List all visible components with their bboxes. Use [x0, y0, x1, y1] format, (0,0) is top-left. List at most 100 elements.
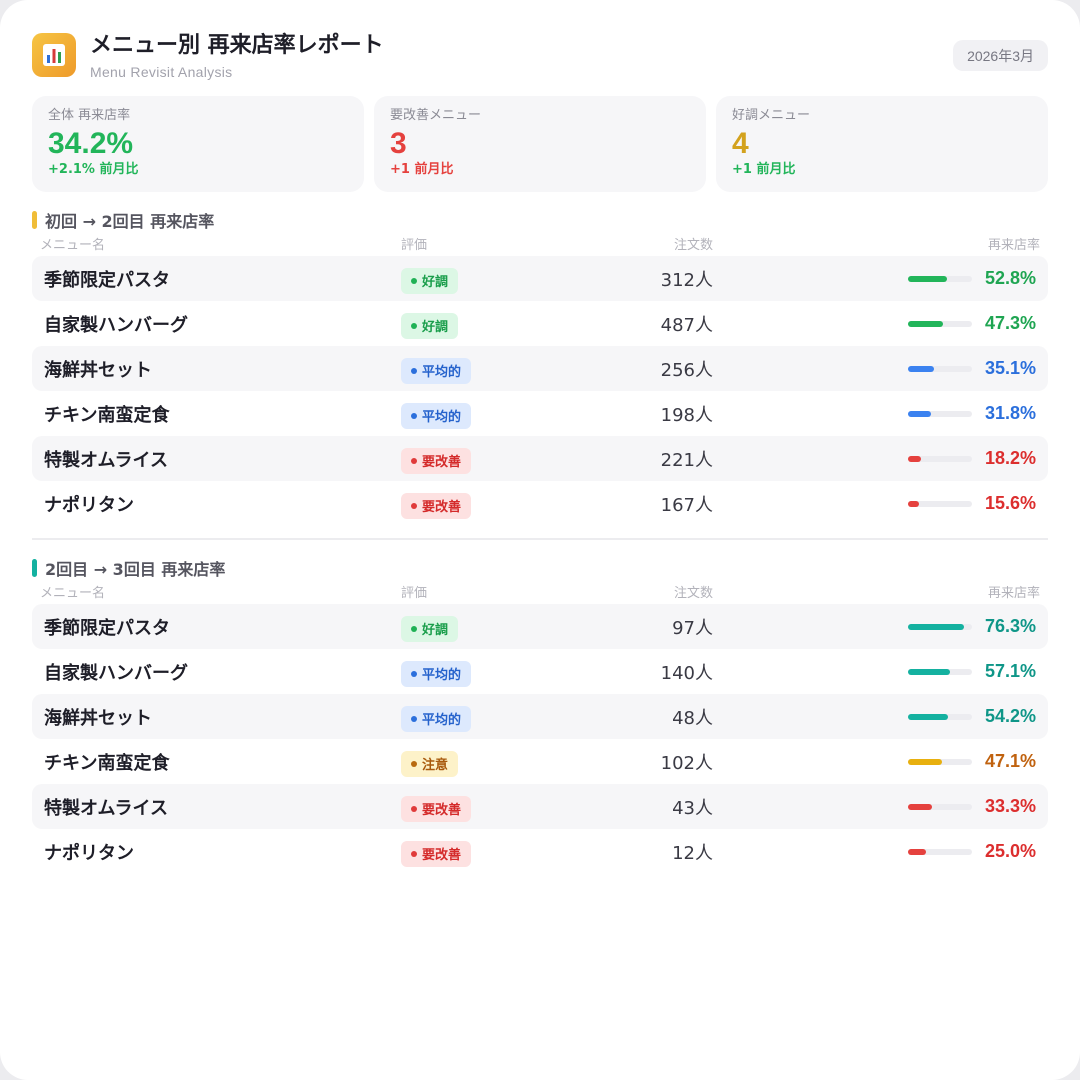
column-header-eval[interactable]: 評価	[401, 234, 561, 253]
status-dot-icon	[411, 502, 417, 509]
kpi-card-good-menus: 好調メニュー 4 +1 前月比	[716, 96, 1048, 192]
table-row[interactable]: 自家製ハンバーグ 好調 487人 47.3%	[32, 301, 1048, 346]
revisit-rate: 31.8%	[984, 403, 1036, 423]
menu-name: 自家製ハンバーグ	[44, 314, 188, 336]
kpi-card-needs-improvement: 要改善メニュー 3 +1 前月比	[374, 96, 706, 192]
period-selector[interactable]: 2026年3月	[953, 40, 1048, 71]
revisit-rate: 52.8%	[984, 268, 1036, 288]
table-row[interactable]: 特製オムライス 要改善 221人 18.2%	[32, 436, 1048, 481]
table-row[interactable]: 海鮮丼セット 平均的 48人 54.2%	[32, 694, 1048, 739]
table-row[interactable]: 自家製ハンバーグ 平均的 140人 57.1%	[32, 649, 1048, 694]
rate-bar-track	[908, 803, 972, 810]
kpi-change: +1 前月比	[732, 162, 796, 177]
menu-name: 自家製ハンバーグ	[44, 662, 188, 684]
status-label: 好調	[422, 320, 449, 335]
order-count: 487人	[660, 314, 713, 336]
column-header-count[interactable]: 注文数	[561, 234, 713, 253]
status-label: 平均的	[422, 365, 462, 380]
menu-name: ナポリタン	[44, 494, 134, 516]
menu-name: 特製オムライス	[44, 797, 169, 819]
status-label: 平均的	[422, 713, 462, 728]
order-count: 140人	[660, 662, 713, 684]
page-title: メニュー別 再来店率レポート	[90, 33, 384, 58]
status-label: 要改善	[422, 455, 462, 470]
revisit-rate: 35.1%	[984, 358, 1036, 378]
rate-bar-fill	[908, 500, 920, 507]
kpi-label: 好調メニュー	[732, 108, 811, 123]
section-accent-bar	[32, 559, 37, 577]
rate-bar-track	[908, 668, 972, 675]
revisit-rate: 47.3%	[984, 313, 1036, 333]
status-label: 平均的	[422, 668, 462, 683]
kpi-label: 要改善メニュー	[390, 108, 482, 123]
table-row[interactable]: チキン南蛮定食 注意 102人 47.1%	[32, 739, 1048, 784]
menu-name: チキン南蛮定食	[44, 752, 170, 774]
kpi-value: 3	[390, 127, 407, 160]
kpi-row: 全体 再来店率 34.2% +2.1% 前月比 要改善メニュー 3 +1 前月比…	[32, 96, 1048, 192]
status-badge: 好調	[401, 312, 459, 339]
kpi-change: +2.1% 前月比	[48, 162, 139, 177]
revisit-rate: 57.1%	[984, 661, 1036, 681]
page-subtitle: Menu Revisit Analysis	[90, 64, 233, 80]
status-label: 好調	[422, 275, 449, 290]
rate-bar-fill	[908, 365, 934, 372]
kpi-card-overall-rate: 全体 再来店率 34.2% +2.1% 前月比	[32, 96, 364, 192]
column-header-name[interactable]: メニュー名	[40, 582, 401, 601]
column-header-rate[interactable]: 再来店率	[713, 234, 1040, 253]
table-row[interactable]: チキン南蛮定食 平均的 198人 31.8%	[32, 391, 1048, 436]
status-dot-icon	[411, 457, 417, 464]
table-row[interactable]: ナポリタン 要改善 167人 15.6%	[32, 481, 1048, 526]
table-row[interactable]: ナポリタン 要改善 12人 25.0%	[32, 829, 1048, 874]
column-header-name[interactable]: メニュー名	[40, 234, 401, 253]
order-count: 12人	[672, 842, 713, 864]
status-label: 要改善	[422, 500, 462, 515]
status-badge: 平均的	[401, 402, 472, 429]
column-header-count[interactable]: 注文数	[561, 582, 713, 601]
rate-bar-track	[908, 365, 972, 372]
order-count: 198人	[660, 404, 713, 426]
rate-bar-track	[908, 623, 972, 630]
rate-bar-fill	[908, 455, 922, 462]
status-badge: 好調	[401, 615, 459, 642]
rate-bar-fill	[908, 668, 950, 675]
revisit-rate: 18.2%	[984, 448, 1036, 468]
report-header: メニュー別 再来店率レポート Menu Revisit Analysis 202…	[32, 32, 1048, 88]
status-badge: 要改善	[401, 795, 472, 822]
status-badge: 要改善	[401, 840, 472, 867]
table-row[interactable]: 特製オムライス 要改善 43人 33.3%	[32, 784, 1048, 829]
status-badge: 平均的	[401, 357, 472, 384]
order-count: 221人	[660, 449, 713, 471]
table-row[interactable]: 季節限定パスタ 好調 97人 76.3%	[32, 604, 1048, 649]
section-divider	[32, 538, 1048, 540]
rate-bar-fill	[908, 320, 943, 327]
column-header-rate[interactable]: 再来店率	[713, 582, 1040, 601]
rate-bar-track	[908, 500, 972, 507]
order-count: 48人	[672, 707, 713, 729]
rate-bar-track	[908, 713, 972, 720]
status-dot-icon	[411, 367, 417, 374]
table-header: メニュー名 評価 注文数 再来店率	[32, 578, 1048, 604]
status-badge: 要改善	[401, 447, 472, 474]
column-header-eval[interactable]: 評価	[401, 582, 561, 601]
order-count: 256人	[660, 359, 713, 381]
rate-bar-fill	[908, 623, 964, 630]
menu-name: 海鮮丼セット	[44, 359, 152, 381]
order-count: 312人	[660, 269, 713, 291]
menu-name: チキン南蛮定食	[44, 404, 170, 426]
rate-bar-track	[908, 758, 972, 765]
menu-name: 特製オムライス	[44, 449, 169, 471]
status-badge: 要改善	[401, 492, 472, 519]
revisit-rate: 25.0%	[984, 841, 1036, 861]
section-title-text: 2回目 → 3回目 再来店率	[45, 560, 226, 579]
status-label: 平均的	[422, 410, 462, 425]
section-accent-bar	[32, 211, 37, 229]
rate-bar-track	[908, 455, 972, 462]
status-badge: 好調	[401, 267, 459, 294]
table-header: メニュー名 評価 注文数 再来店率	[32, 230, 1048, 256]
table-row[interactable]: 海鮮丼セット 平均的 256人 35.1%	[32, 346, 1048, 391]
kpi-label: 全体 再来店率	[48, 108, 131, 123]
revisit-rate: 47.1%	[984, 751, 1036, 771]
status-label: 要改善	[422, 803, 462, 818]
order-count: 102人	[660, 752, 713, 774]
table-row[interactable]: 季節限定パスタ 好調 312人 52.8%	[32, 256, 1048, 301]
